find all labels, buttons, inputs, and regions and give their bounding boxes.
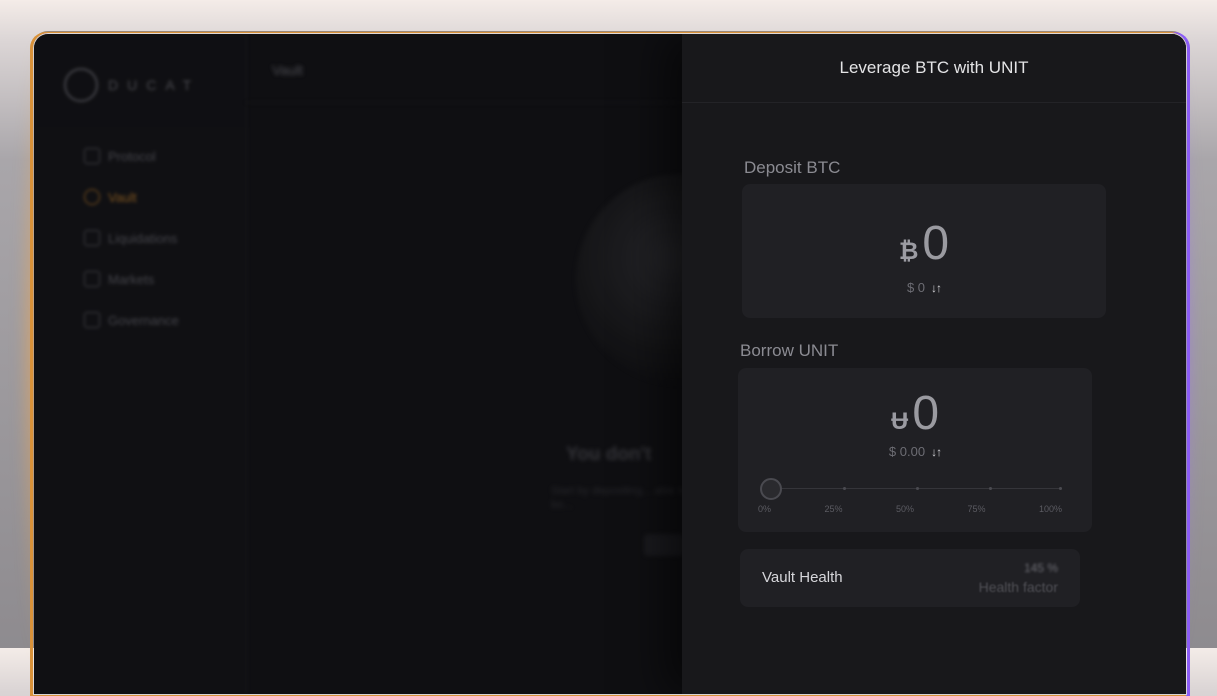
borrow-amount-row[interactable]: Ʉ 0 — [738, 390, 1092, 438]
unit-currency-icon: Ʉ — [890, 408, 909, 435]
borrow-ratio-slider[interactable] — [760, 478, 1062, 500]
logo-text: DUCAT — [108, 77, 201, 93]
sidebar-item-liquidations[interactable]: Liquidations — [84, 228, 179, 248]
swap-icon[interactable]: ↓↑ — [931, 445, 942, 459]
slider-step-dot — [916, 487, 919, 490]
health-factor-label: Health factor — [978, 579, 1058, 595]
vault-icon — [84, 189, 100, 205]
vault-health-label: Vault Health — [762, 569, 843, 586]
tick-label: 50% — [895, 504, 914, 514]
sidebar-item-label: Liquidations — [108, 230, 178, 246]
chart-icon — [84, 271, 100, 287]
slider-handle[interactable] — [760, 478, 782, 500]
deposit-usd-value: $ 0 — [906, 280, 926, 295]
deposit-usd-row: $ 0 ↓↑ — [742, 280, 1106, 295]
deposit-card[interactable]: ₿ 0 $ 0 ↓↑ — [742, 184, 1106, 318]
logo[interactable]: DUCAT — [64, 68, 200, 102]
sidebar-item-label: Protocol — [108, 148, 156, 164]
borrow-usd-value: $ 0.00 — [888, 444, 926, 459]
sidebar-item-label: Governance — [108, 312, 179, 328]
deposit-amount-input[interactable]: 0 — [922, 220, 949, 268]
tick-label: 25% — [824, 504, 843, 514]
tick-label: 0% — [758, 504, 772, 514]
sidebar-nav: Protocol Vault Liquidations Markets Gove… — [84, 146, 179, 351]
leverage-drawer: Leverage BTC with UNIT Deposit BTC ₿ 0 $… — [682, 34, 1186, 694]
deposit-label: Deposit BTC — [744, 158, 841, 177]
sidebar: DUCAT Protocol Vault Liquidations Market… — [34, 34, 247, 694]
slider-step-dot — [1059, 487, 1062, 490]
borrow-amount-input[interactable]: 0 — [912, 390, 939, 438]
logo-icon — [64, 68, 98, 102]
slider-step-dot — [843, 487, 846, 490]
sidebar-item-label: Markets — [108, 271, 155, 287]
borrow-card[interactable]: Ʉ 0 $ 0.00 ↓↑ 0% 25% 50% 75% 100% — [738, 368, 1092, 532]
deposit-amount-row[interactable]: ₿ 0 — [742, 220, 1106, 268]
empty-state-subtitle: Start by depositing... able to bo... — [551, 485, 688, 511]
app-window: DUCAT Protocol Vault Liquidations Market… — [32, 32, 1188, 696]
bank-icon — [84, 312, 100, 328]
sidebar-item-vault[interactable]: Vault — [84, 187, 179, 207]
slider-step-dot — [989, 487, 992, 490]
slider-tick-labels: 0% 25% 50% 75% 100% — [758, 504, 1062, 514]
bitcoin-icon: ₿ — [898, 238, 919, 265]
tick-label: 100% — [1038, 504, 1062, 514]
sidebar-item-protocol[interactable]: Protocol — [84, 146, 179, 166]
document-icon — [84, 230, 100, 246]
page-title: Vault — [272, 62, 303, 78]
health-factor-value: 145 % — [1023, 561, 1058, 575]
sidebar-item-markets[interactable]: Markets — [84, 269, 179, 289]
sidebar-item-governance[interactable]: Governance — [84, 310, 179, 330]
vault-health-card: Vault Health 145 % Health factor — [740, 549, 1080, 607]
drawer-title: Leverage BTC with UNIT — [839, 58, 1029, 77]
borrow-label: Borrow UNIT — [740, 341, 839, 360]
empty-state-title: You don't — [566, 444, 652, 465]
sidebar-item-label: Vault — [108, 189, 137, 205]
empty-state-button[interactable] — [644, 534, 684, 556]
grid-icon — [84, 148, 100, 164]
drawer-header: Leverage BTC with UNIT — [682, 34, 1186, 103]
swap-icon[interactable]: ↓↑ — [931, 281, 942, 295]
borrow-usd-row: $ 0.00 ↓↑ — [738, 444, 1092, 459]
tick-label: 75% — [967, 504, 986, 514]
